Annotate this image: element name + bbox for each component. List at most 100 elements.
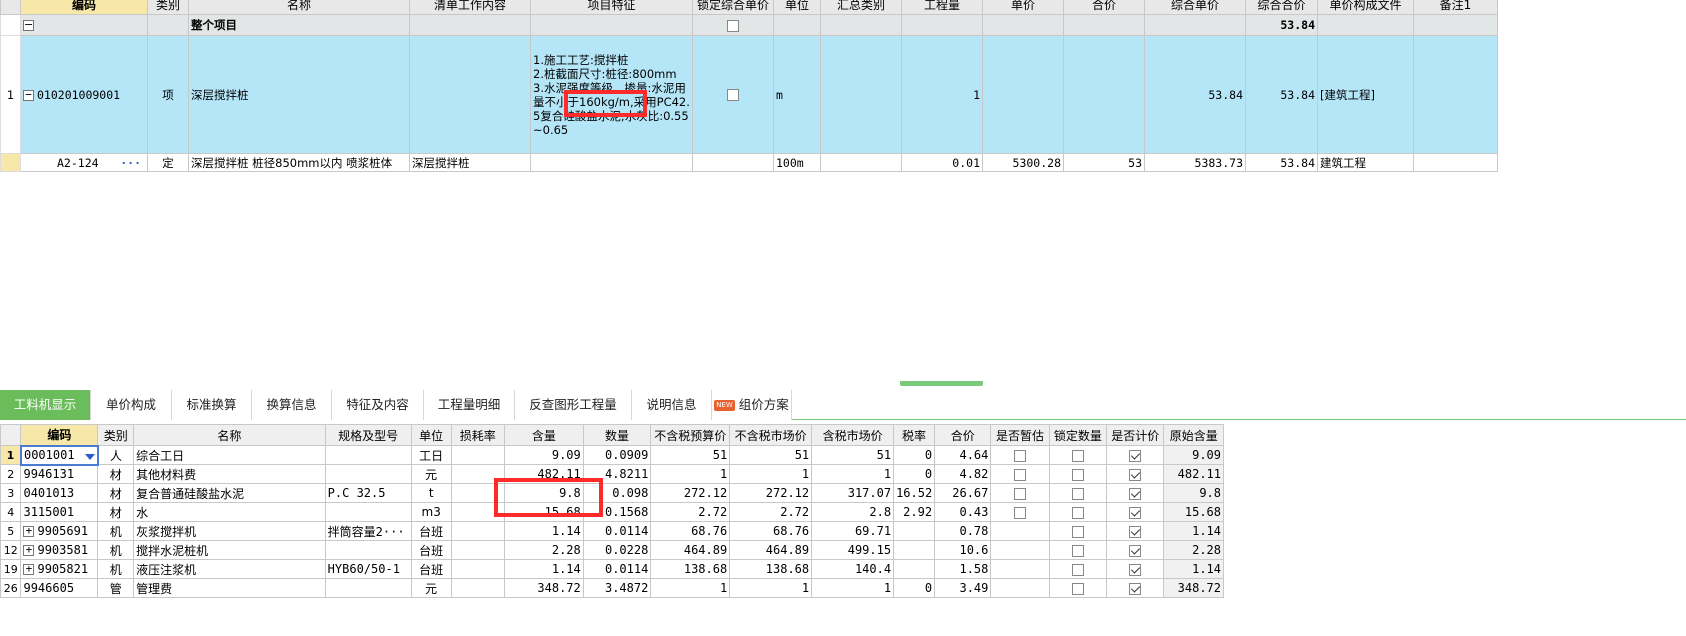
resource-loss-rate[interactable] [450,578,505,598]
collapse-cell[interactable]: − [20,14,148,36]
resource-unit[interactable]: 元 [410,464,452,484]
resource-type[interactable]: 机 [97,540,135,560]
resource-name[interactable]: 其他材料费 [133,464,326,484]
resource-budget-price[interactable]: 464.89 [650,540,731,560]
lock-quantity-checkbox[interactable] [1048,483,1108,503]
header-total[interactable]: 综合合价 [1245,0,1318,15]
header-spec[interactable]: 规格及型号 [324,424,412,446]
resource-market-price[interactable]: 68.76 [729,521,813,541]
expand-icon[interactable]: + [23,544,35,556]
resource-name[interactable]: 综合工日 [133,445,326,465]
header-file[interactable]: 单价构成文件 [1317,0,1414,15]
code-cell[interactable]: 9946605 [20,578,99,598]
resource-market-price[interactable]: 464.89 [729,540,813,560]
resource-tax-market-price[interactable]: 499.15 [811,540,895,560]
resource-quantity[interactable]: 0.0228 [582,540,652,560]
header-is-estimate[interactable]: 是否暂估 [990,424,1050,446]
header-summary-type[interactable]: 汇总类别 [820,0,902,15]
is-estimate-checkbox[interactable] [990,464,1050,484]
resource-unit[interactable]: 工日 [410,445,452,465]
is-priced-checkbox[interactable] [1106,502,1165,522]
header-code[interactable]: 编码 [20,0,148,15]
resource-quantity[interactable]: 0.0909 [582,445,652,465]
resource-market-price[interactable]: 1 [729,578,813,598]
tab-description[interactable]: 说明信息 [632,390,712,420]
resource-type[interactable]: 材 [97,483,135,503]
resource-row[interactable]: 26 9946605 管管理费元 348.72 3.4872 1 1 1 0 3.49 348.72 [0,578,1224,598]
resource-spec[interactable] [324,578,412,598]
resource-tax-rate[interactable]: 2.92 [893,502,936,522]
resource-row[interactable]: 5 +9905691 机灰浆搅拌机 拌筒容量2··· 台班 1.14 0.0114 68.76… [0,521,1224,541]
header-lock-quantity[interactable]: 锁定数量 [1048,424,1108,446]
resource-type[interactable]: 管 [97,578,135,598]
resource-tax-market-price[interactable]: 2.8 [811,502,895,522]
resource-market-price[interactable]: 138.68 [729,559,813,579]
header-tax-rate[interactable]: 税率 [893,424,936,446]
header-content[interactable]: 含量 [503,424,584,446]
resource-row[interactable]: 12 +9903581 机搅拌水泥桩机 台班 2.28 0.0228 464.89 464.8… [0,540,1224,560]
resource-market-price[interactable]: 1 [729,464,813,484]
resource-name[interactable]: 复合普通硅酸盐水泥 [133,483,326,503]
header-type[interactable]: 类别 [147,0,189,15]
resource-spec[interactable] [324,540,412,560]
sub-work[interactable]: 深层搅拌桩 [409,153,531,172]
header-amount[interactable]: 合价 [934,424,992,446]
resource-tax-market-price[interactable]: 51 [811,445,895,465]
lock-quantity-checkbox[interactable] [1048,464,1108,484]
resource-market-price[interactable]: 272.12 [729,483,813,503]
collapse-icon[interactable]: − [23,89,34,101]
item-type[interactable]: 项 [147,35,189,154]
header-quantity[interactable]: 数量 [582,424,652,446]
resource-row[interactable]: 3 0401013 材复合普通硅酸盐水泥 P.C 32.5 t 9.8 0.098 272.1… [0,483,1224,503]
resource-spec[interactable] [324,464,412,484]
panel-splitter-handle[interactable] [900,381,983,386]
resource-name[interactable]: 水 [133,502,326,522]
resource-unit[interactable]: t [410,483,452,503]
resource-quantity[interactable]: 0.0114 [582,559,652,579]
resource-content[interactable]: 1.14 [503,559,584,579]
header-work-content[interactable]: 清单工作内容 [409,0,531,15]
item-quantity[interactable]: 1 [901,35,983,154]
sub-row[interactable]: A2-124 ··· 定 深层搅拌桩 桩径850mm以内 喷浆桩体 深层搅拌桩 … [0,153,1498,172]
is-priced-checkbox[interactable] [1106,559,1165,579]
tab-labor-material-machine[interactable]: 工料机显示 [0,390,91,420]
sub-type[interactable]: 定 [147,153,189,172]
header-tax-market-price[interactable]: 含税市场价 [811,424,895,446]
code-cell[interactable]: 9946131 [20,464,99,484]
resource-quantity[interactable]: 0.0114 [582,521,652,541]
resource-tax-rate[interactable] [893,521,936,541]
resource-budget-price[interactable]: 138.68 [650,559,731,579]
resource-market-price[interactable]: 2.72 [729,502,813,522]
resource-budget-price[interactable]: 68.76 [650,521,731,541]
item-code-cell[interactable]: −010201009001 [20,35,148,154]
resource-spec[interactable]: 拌筒容量2··· [324,521,412,541]
collapse-icon[interactable]: − [23,19,34,31]
lock-quantity-checkbox[interactable] [1048,521,1108,541]
header-type[interactable]: 类别 [97,424,135,446]
header-market-price[interactable]: 不含税市场价 [729,424,813,446]
resource-row[interactable]: 1 0001001 人综合工日 工日 9.09 0.0909 51 51 51 0 4.64 9.09 [0,444,1224,466]
is-priced-checkbox[interactable] [1106,483,1165,503]
resource-tax-rate[interactable] [893,540,936,560]
resource-type[interactable]: 材 [97,502,135,522]
sub-name[interactable]: 深层搅拌桩 桩径850mm以内 喷浆桩体 [188,153,410,172]
lock-quantity-checkbox[interactable] [1048,502,1108,522]
resource-type[interactable]: 材 [97,464,135,484]
resource-loss-rate[interactable] [450,559,505,579]
is-priced-checkbox[interactable] [1106,578,1165,598]
code-cell[interactable]: 0001001 [19,444,99,466]
header-name[interactable]: 名称 [133,424,326,446]
resource-row[interactable]: 19 +9905821 机液压注浆机 HYB60/50-1 台班 1.14 0.0114 13… [0,559,1224,579]
sub-file[interactable]: 建筑工程 [1317,153,1414,172]
resource-tax-rate[interactable]: 0 [893,445,936,465]
header-lock-price[interactable]: 锁定综合单价 [692,0,774,15]
is-estimate-checkbox[interactable] [990,540,1050,560]
resource-content[interactable]: 1.14 [503,521,584,541]
resource-unit[interactable]: 台班 [410,521,452,541]
header-unit-price[interactable]: 综合单价 [1144,0,1246,15]
sub-code-cell[interactable]: A2-124 ··· [20,153,148,172]
resource-loss-rate[interactable] [450,540,505,560]
header-price[interactable]: 单价 [982,0,1064,15]
resource-tax-market-price[interactable]: 140.4 [811,559,895,579]
header-original-content[interactable]: 原始含量 [1163,424,1224,446]
